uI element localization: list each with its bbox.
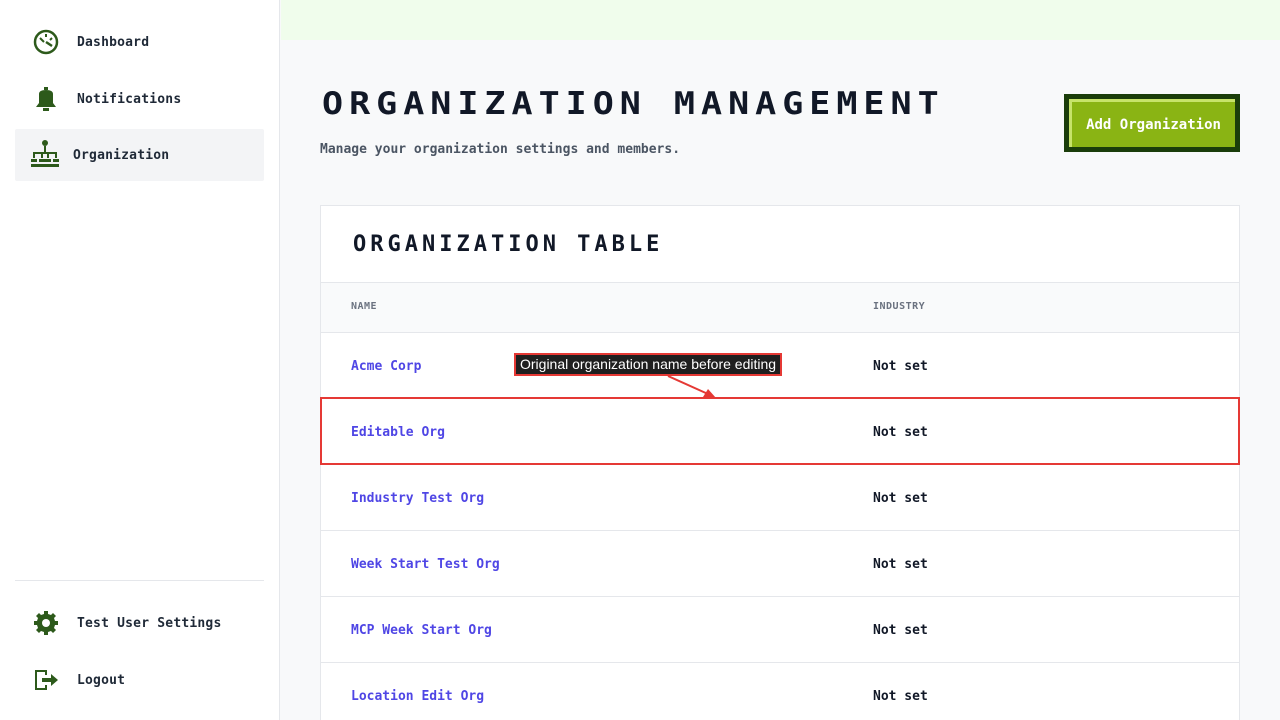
sidebar-item-label: Logout <box>77 672 126 688</box>
org-industry: Not set <box>873 557 928 572</box>
org-industry: Not set <box>873 689 928 704</box>
table-title: Organization Table <box>353 232 664 257</box>
sidebar-item-logout[interactable]: Logout <box>15 654 264 706</box>
org-industry: Not set <box>873 425 928 440</box>
sidebar-item-label: Organization <box>73 147 170 163</box>
org-name-link[interactable]: Week Start Test Org <box>351 557 500 572</box>
org-industry: Not set <box>873 623 928 638</box>
annotation-callout: Original organization name before editin… <box>514 353 783 376</box>
sidebar-item-label: Test User Settings <box>77 615 222 631</box>
sidebar-item-user-settings[interactable]: Test User Settings <box>15 597 264 649</box>
org-name-link[interactable]: Location Edit Org <box>351 689 484 704</box>
page-subtitle: Manage your organization settings and me… <box>320 142 681 157</box>
add-organization-button[interactable]: Add Organization <box>1064 94 1240 152</box>
bell-icon <box>36 87 56 111</box>
org-name-link[interactable]: Editable Org <box>351 425 445 440</box>
page-title: Organization Management <box>322 86 945 122</box>
table-row[interactable]: Location Edit Org Not set <box>321 663 1239 720</box>
sidebar-divider <box>15 580 264 581</box>
org-name-link[interactable]: Acme Corp <box>351 359 421 374</box>
organization-table-card: Organization Table Name Industry Acme Co… <box>320 205 1240 720</box>
sidebar-item-notifications[interactable]: Notifications <box>15 73 264 125</box>
org-industry: Not set <box>873 491 928 506</box>
org-chart-icon <box>31 140 59 167</box>
org-name-link[interactable]: Industry Test Org <box>351 491 484 506</box>
table-row[interactable]: Editable Org Not set <box>321 399 1239 465</box>
table-header: Name Industry <box>321 282 1239 333</box>
column-header-name[interactable]: Name <box>351 301 377 312</box>
org-name-link[interactable]: MCP Week Start Org <box>351 623 492 638</box>
sidebar-item-label: Notifications <box>77 91 182 107</box>
column-header-industry[interactable]: Industry <box>873 301 925 312</box>
table-row[interactable]: Industry Test Org Not set <box>321 465 1239 531</box>
sidebar-item-label: Dashboard <box>77 34 150 50</box>
org-industry: Not set <box>873 359 928 374</box>
gear-icon <box>34 611 58 635</box>
sidebar-item-organization[interactable]: Organization <box>15 129 264 181</box>
top-banner <box>281 0 1280 40</box>
dashboard-icon <box>33 29 59 55</box>
sidebar: Dashboard Notifications Organization Tes… <box>0 0 280 720</box>
sidebar-item-dashboard[interactable]: Dashboard <box>15 16 264 68</box>
table-row[interactable]: Week Start Test Org Not set <box>321 531 1239 597</box>
add-organization-button-label: Add Organization <box>1069 99 1235 147</box>
table-row[interactable]: MCP Week Start Org Not set <box>321 597 1239 663</box>
logout-icon <box>35 670 58 690</box>
